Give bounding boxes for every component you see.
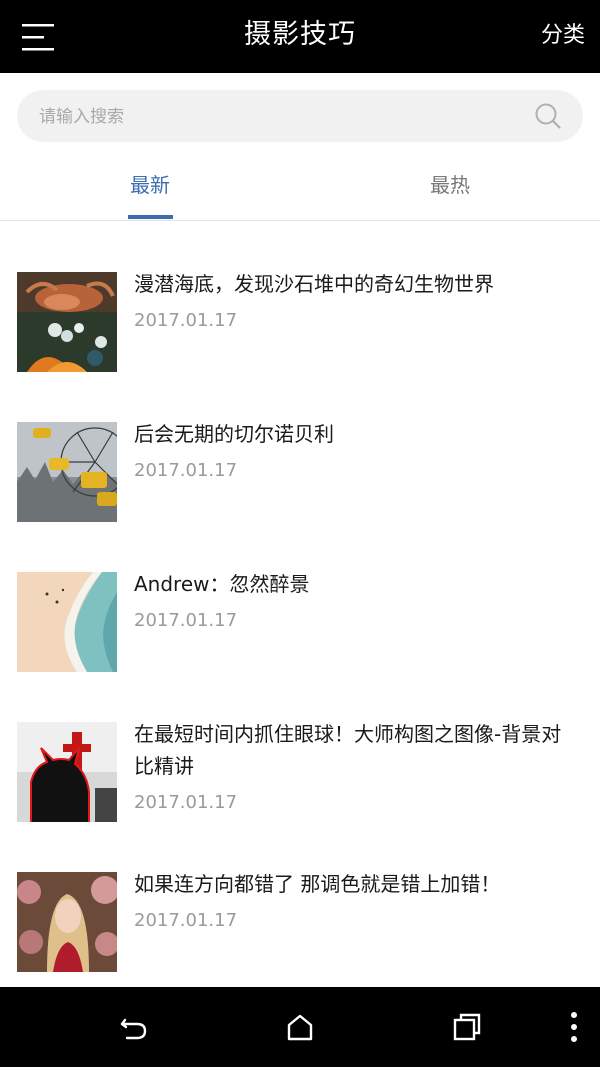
tab-hottest[interactable]: 最热 (400, 150, 500, 220)
article-date: 2017.01.17 (134, 460, 238, 481)
list-item[interactable]: Andrew：忽然醉景 2017.01.17 (0, 572, 600, 672)
list-item[interactable]: 漫潜海底，发现沙石堆中的奇幻生物世界 2017.01.17 (0, 272, 600, 372)
category-button[interactable]: 分类 (541, 0, 585, 73)
active-tab-indicator (128, 215, 173, 219)
article-title: 后会无期的切尔诺贝利 (134, 422, 334, 446)
article-title: 在最短时间内抓住眼球！大师构图之图像-背景对比精讲 (134, 722, 562, 778)
article-title: Andrew：忽然醉景 (134, 572, 310, 596)
article-thumbnail (17, 722, 117, 822)
list-item[interactable]: 在最短时间内抓住眼球！大师构图之图像-背景对比精讲 2017.01.17 (0, 722, 600, 822)
article-thumbnail (17, 572, 117, 672)
home-icon[interactable] (284, 1011, 316, 1043)
article-title: 如果连方向都错了 那调色就是错上加错！ (134, 872, 501, 896)
search-bar (17, 90, 583, 144)
tab-bar: 最新 最热 (0, 150, 600, 221)
more-icon[interactable] (560, 1011, 588, 1043)
article-date: 2017.01.17 (134, 610, 238, 631)
article-date: 2017.01.17 (134, 910, 238, 931)
list-item[interactable]: 后会无期的切尔诺贝利 2017.01.17 (0, 422, 600, 522)
article-date: 2017.01.17 (134, 792, 238, 813)
tab-newest[interactable]: 最新 (100, 150, 200, 220)
article-date: 2017.01.17 (134, 310, 238, 331)
recents-icon[interactable] (451, 1011, 483, 1043)
article-thumbnail (17, 422, 117, 522)
article-thumbnail (17, 272, 117, 372)
article-thumbnail (17, 872, 117, 972)
list-item[interactable]: 如果连方向都错了 那调色就是错上加错！ 2017.01.17 (0, 872, 600, 972)
article-title: 漫潜海底，发现沙石堆中的奇幻生物世界 (134, 272, 494, 296)
system-navigation-bar (0, 987, 600, 1067)
search-input[interactable] (37, 90, 521, 144)
app-bar: 摄影技巧 分类 (0, 0, 600, 73)
search-icon[interactable] (535, 103, 561, 129)
page-title: 摄影技巧 (244, 19, 356, 50)
back-icon[interactable] (117, 1011, 149, 1043)
